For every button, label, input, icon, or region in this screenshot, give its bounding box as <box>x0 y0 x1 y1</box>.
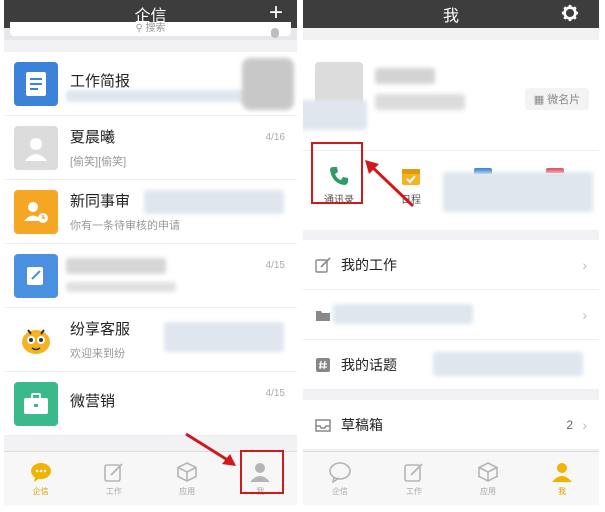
chevron-right-icon: › <box>582 306 587 323</box>
chevron-right-icon: › <box>582 256 587 273</box>
search-placeholder: 搜索 <box>145 23 166 34</box>
blurred-content <box>164 322 284 352</box>
blurred-region <box>443 172 593 212</box>
tab-qixin[interactable]: 企信 <box>303 452 377 505</box>
edit-icon <box>315 256 331 273</box>
arrow-icon <box>365 160 415 208</box>
highlight-box-contacts <box>311 142 363 204</box>
chat-item-briefing[interactable]: 工作简报 <box>4 52 297 116</box>
cube-icon <box>478 461 498 482</box>
microphone-icon[interactable] <box>271 28 279 38</box>
tab-label: 工作 <box>406 486 422 496</box>
report-icon <box>14 61 58 106</box>
hash-icon <box>316 357 330 372</box>
chat-item-micro-marketing[interactable]: 微营销 4/15 <box>4 372 297 436</box>
mascot-icon <box>14 317 58 362</box>
briefcase-icon <box>14 381 58 426</box>
chat-icon <box>329 461 351 483</box>
blurred-name <box>375 68 435 84</box>
tab-label: 应用 <box>480 486 496 496</box>
tab-me[interactable]: 我 <box>525 452 599 505</box>
menu-list: 我的工作 › › 我的话题 <box>303 240 599 390</box>
search-input[interactable]: ⚲ 搜索 <box>10 22 291 36</box>
chat-date: 4/15 <box>265 260 285 271</box>
tab-qixin[interactable]: 企信 <box>4 452 77 505</box>
new-member-icon <box>14 189 58 234</box>
gear-icon[interactable] <box>561 4 579 22</box>
search-bar: ⚲ 搜索 <box>4 22 297 40</box>
business-card-button[interactable]: ▦ 微名片 <box>525 88 589 110</box>
chat-date: 4/16 <box>265 132 285 143</box>
tab-work[interactable]: 工作 <box>77 452 150 505</box>
chat-item-xiachenxi[interactable]: 夏晨曦 [偷笑][偷笑] 4/16 <box>4 116 297 180</box>
person-icon <box>14 125 58 170</box>
blurred-region <box>433 352 583 376</box>
chat-name: 夏晨曦 <box>70 129 116 146</box>
chat-preview: [偷笑][偷笑] <box>70 156 127 168</box>
chat-item-new-colleague[interactable]: 新同事审 你有一条待审核的申请 <box>4 180 297 244</box>
my-work-item[interactable]: 我的工作 › <box>303 240 599 290</box>
qixin-screen: 企信 + ⚲ 搜索 工作简报 夏晨曦 [偷笑][偷笑] 4/16 新同事审 你有… <box>4 0 297 505</box>
chat-item-blurred[interactable]: 4/15 <box>4 244 297 308</box>
drafts-item[interactable]: 草稿箱 2 › <box>303 400 599 450</box>
blurred-region <box>303 100 367 130</box>
tab-apps[interactable]: 应用 <box>451 452 525 505</box>
card-icon: ▦ <box>533 93 545 106</box>
tab-work[interactable]: 工作 <box>377 452 451 505</box>
tab-label: 工作 <box>105 486 122 496</box>
tab-label: 企信 <box>332 486 348 496</box>
person-icon <box>552 462 572 482</box>
profile-card[interactable]: ▦ 微名片 <box>303 40 599 150</box>
blurred-menu-item[interactable]: › <box>303 290 599 340</box>
search-icon: ⚲ <box>135 23 146 34</box>
assistive-touch-button[interactable] <box>242 58 294 110</box>
chat-name: 微营销 <box>70 393 116 410</box>
business-card-label: 微名片 <box>547 94 581 106</box>
edit-icon <box>404 462 423 482</box>
menu-label: 我的工作 <box>341 256 397 273</box>
blurred-preview <box>66 282 176 292</box>
chat-date: 4/15 <box>265 388 285 399</box>
bottom-tab-bar: 企信 工作 应用 我 <box>303 451 599 505</box>
folder-icon <box>316 310 330 321</box>
tab-label: 我 <box>558 486 566 496</box>
me-screen: 我 ▦ 微名片 通讯录 日程 我的工作 › › 我的话题 草稿箱 2 › 企信 … <box>303 0 599 505</box>
conversation-list: 工作简报 夏晨曦 [偷笑][偷笑] 4/16 新同事审 你有一条待审核的申请 4… <box>4 52 297 436</box>
blurred-name <box>66 258 166 274</box>
note-icon <box>14 253 58 298</box>
highlight-box-me-tab <box>240 450 284 494</box>
tab-label: 企信 <box>32 486 49 496</box>
blurred-label <box>333 304 473 324</box>
menu-label: 草稿箱 <box>341 416 383 433</box>
chevron-right-icon: › <box>582 416 587 433</box>
blurred-title <box>375 94 465 110</box>
chat-item-fenxiang-support[interactable]: 纷享客服 欢迎来到纷 <box>4 308 297 372</box>
inbox-icon <box>315 418 331 432</box>
draft-count: 2 <box>566 417 573 432</box>
page-title: 我 <box>442 8 459 25</box>
blurred-content <box>144 190 284 214</box>
menu-label: 我的话题 <box>341 356 397 373</box>
chat-icon <box>30 462 51 482</box>
my-topics-item[interactable]: 我的话题 <box>303 340 599 390</box>
edit-icon <box>104 462 123 482</box>
top-bar: 我 <box>303 0 599 28</box>
arrow-icon <box>185 432 236 466</box>
drafts-section: 草稿箱 2 › <box>303 400 599 450</box>
tab-label: 应用 <box>179 486 196 496</box>
chat-preview: 你有一条待审核的申请 <box>70 220 180 232</box>
